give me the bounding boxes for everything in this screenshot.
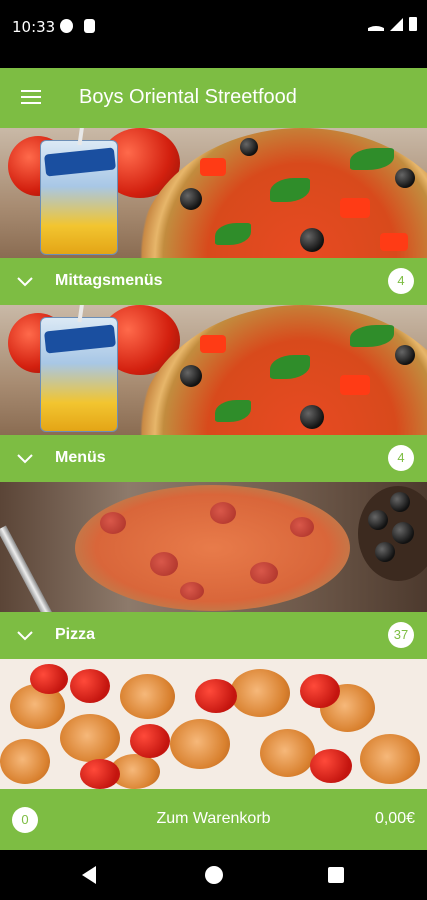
category-header[interactable]: Mittagsmenüs 4 <box>0 258 427 305</box>
category-count-badge: 37 <box>388 622 414 648</box>
category-count-badge: 4 <box>388 445 414 471</box>
category-label: Menüs <box>55 449 106 466</box>
chevron-down-icon <box>17 454 33 464</box>
category-image <box>0 659 427 789</box>
system-nav-bar <box>0 850 427 900</box>
category-count-badge: 4 <box>388 268 414 294</box>
signal-icon <box>390 17 403 31</box>
app-title: Boys Oriental Streetfood <box>79 86 297 108</box>
category-header[interactable]: Menüs 4 <box>0 435 427 482</box>
battery-icon <box>409 17 417 31</box>
category-image <box>0 128 427 258</box>
category-menues[interactable]: Menüs 4 <box>0 305 427 482</box>
category-image <box>0 482 427 612</box>
sd-card-icon <box>84 19 95 33</box>
category-mittagsmenues[interactable]: Mittagsmenüs 4 <box>0 128 427 305</box>
category-label: Pizza <box>55 626 96 643</box>
category-label: Mittagsmenüs <box>55 272 163 289</box>
category-image <box>0 305 427 435</box>
cart-bar[interactable]: 0 Zum Warenkorb 0,00€ <box>0 789 427 850</box>
status-time: 10:33 <box>12 18 56 36</box>
wifi-icon <box>368 17 384 31</box>
category-header[interactable]: Pizza 37 <box>0 612 427 659</box>
category-pasta-preview[interactable] <box>0 659 427 789</box>
status-bar: 10:33 <box>0 0 427 68</box>
notification-icon <box>60 19 73 33</box>
chevron-down-icon <box>17 631 33 641</box>
cart-total: 0,00€ <box>374 810 415 827</box>
category-pizza[interactable]: Pizza 37 <box>0 482 427 659</box>
recents-icon[interactable] <box>328 867 344 883</box>
app-bar: Boys Oriental Streetfood <box>0 68 427 128</box>
cart-button-label: Zum Warenkorb <box>156 810 271 827</box>
menu-icon[interactable] <box>21 90 41 104</box>
chevron-down-icon <box>17 277 33 287</box>
home-icon[interactable] <box>205 866 223 884</box>
back-icon[interactable] <box>82 866 96 884</box>
